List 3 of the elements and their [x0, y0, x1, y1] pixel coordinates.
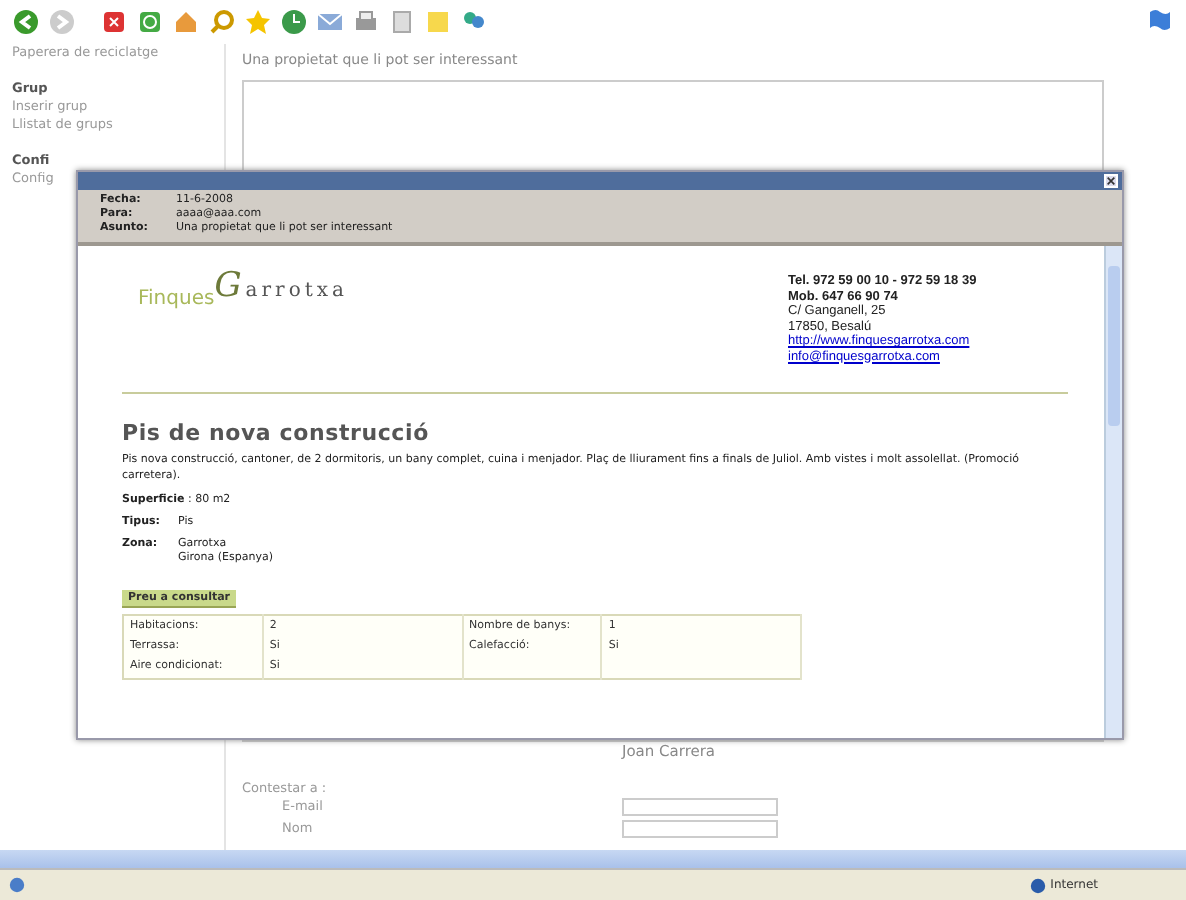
- logo-text: Finques: [138, 285, 215, 313]
- logo-text: Garrotxa: [214, 264, 348, 310]
- listing-title: Pis de nova construcció: [122, 418, 431, 450]
